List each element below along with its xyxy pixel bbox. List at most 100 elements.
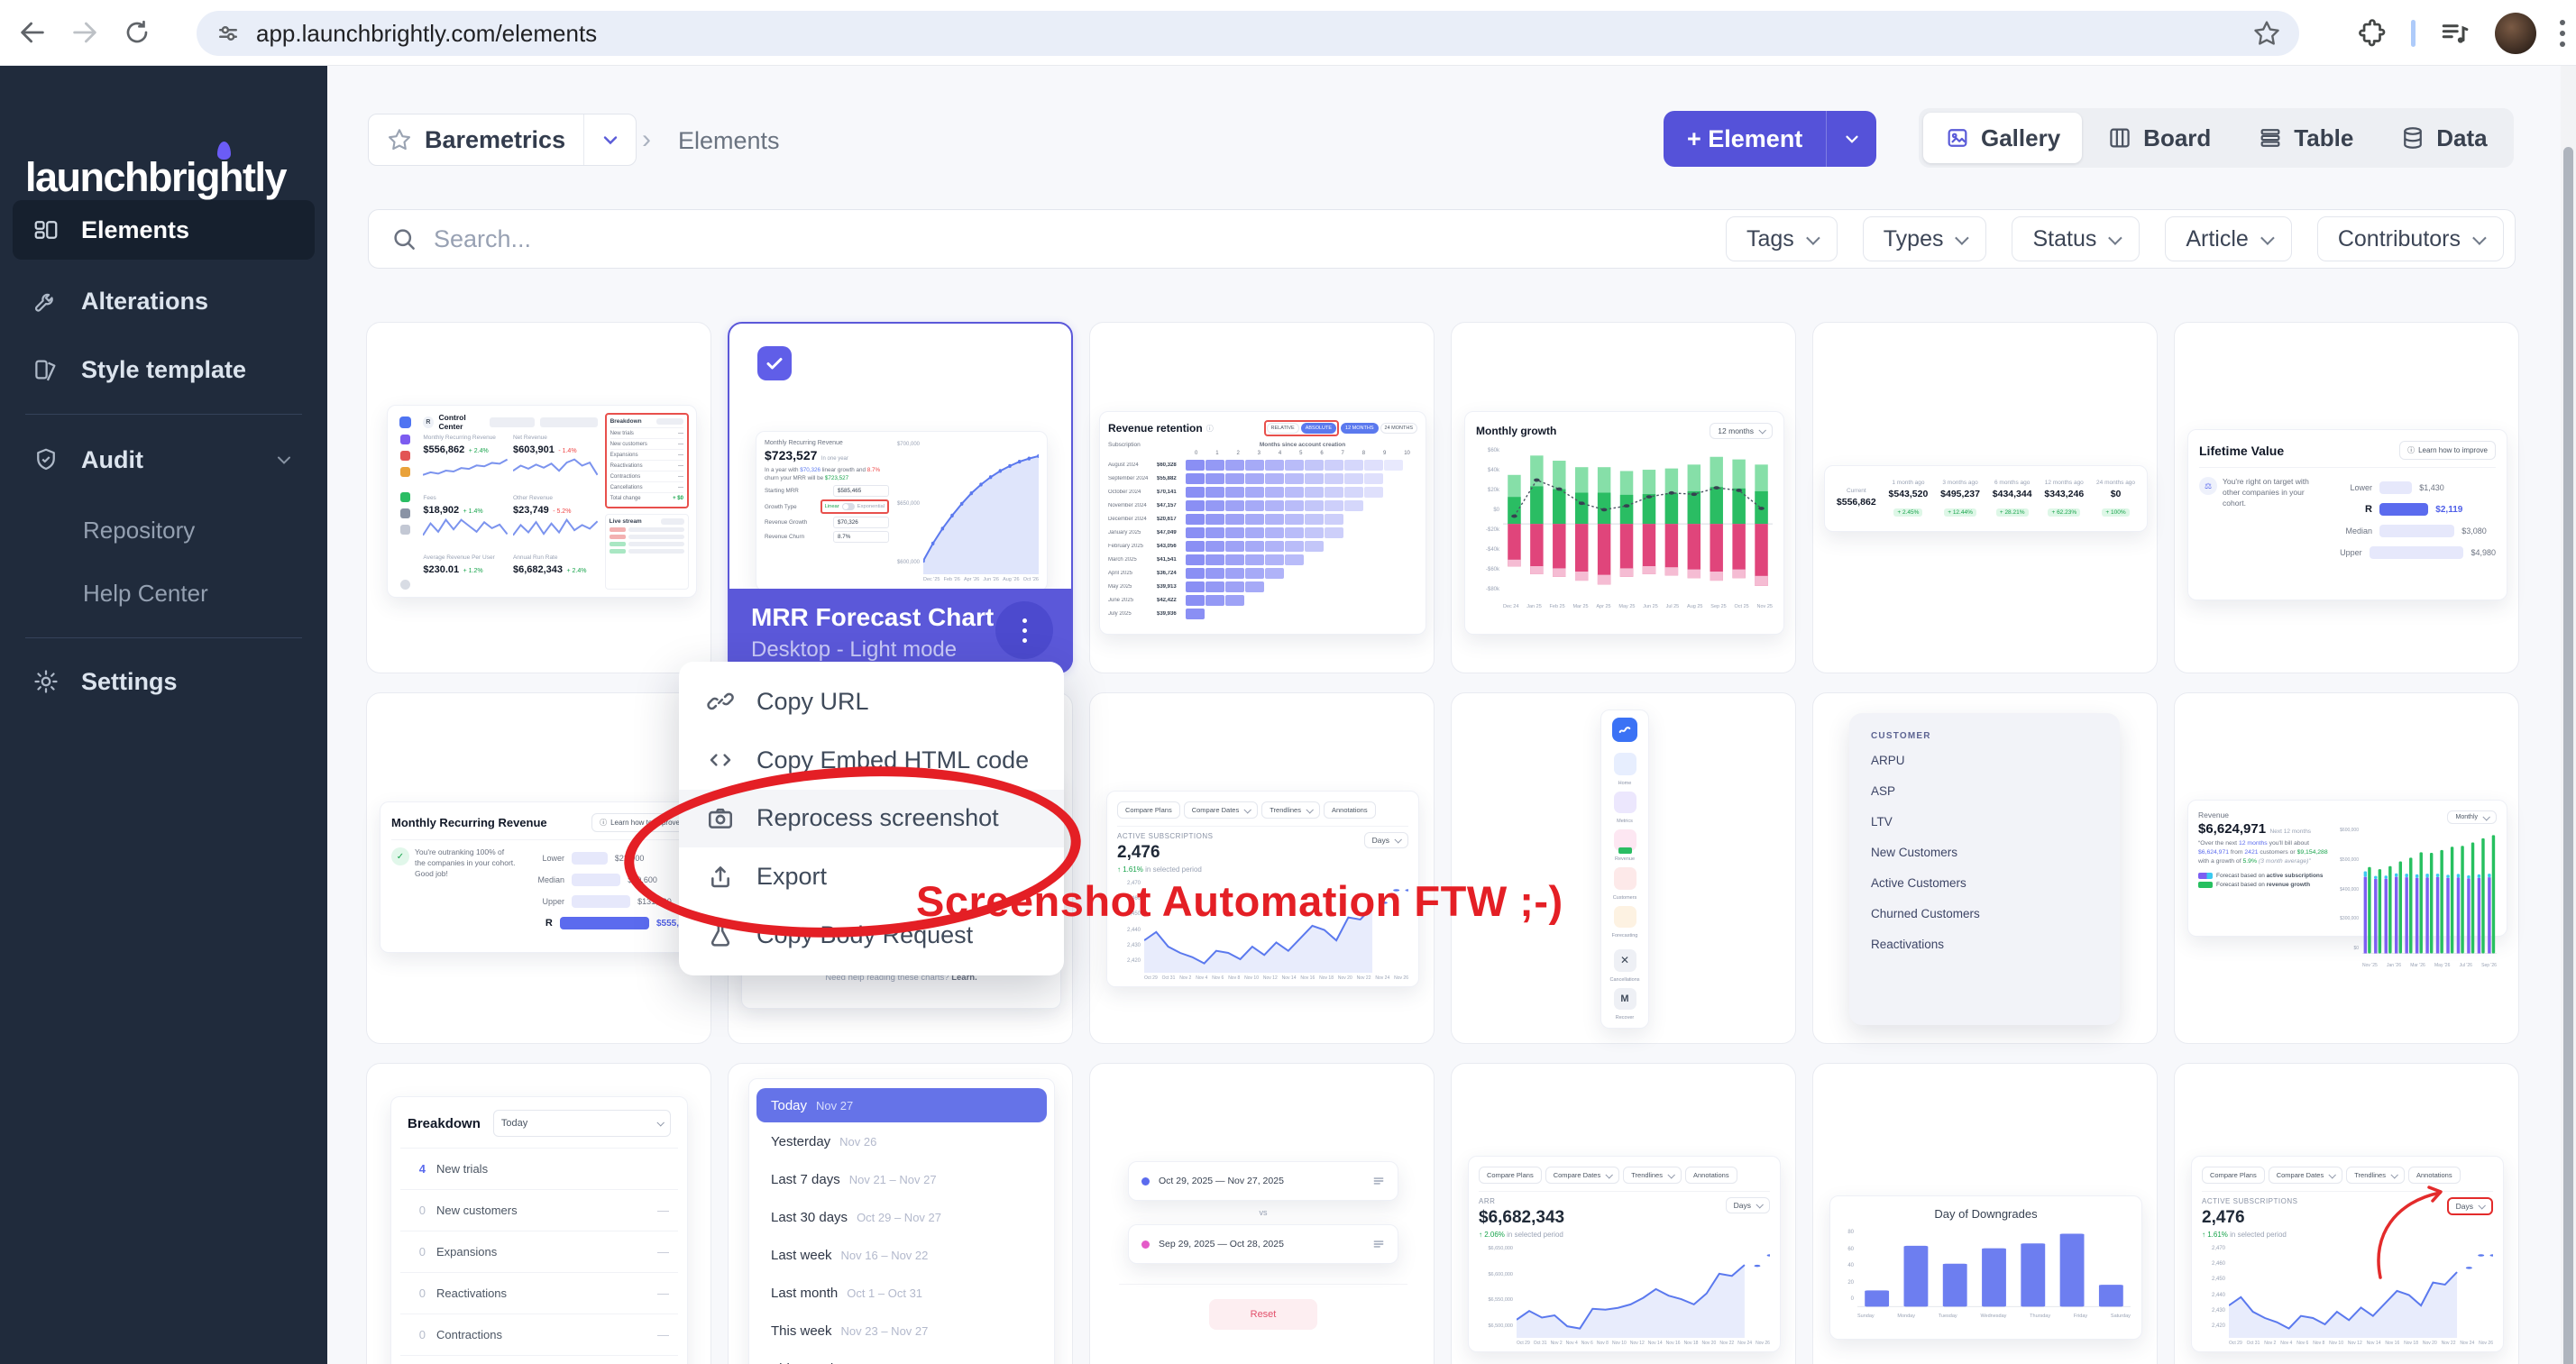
new-element-button[interactable]: + Element <box>1664 111 1876 167</box>
learn-how-button[interactable]: ⓘLearn how to improve <box>591 813 688 832</box>
bookmark-star-icon[interactable] <box>2252 19 2281 48</box>
sidebar-item-settings[interactable]: Settings <box>13 652 315 711</box>
element-card-monthly-growth[interactable]: Monthly growth 12 months $60k$40k$20k$0-… <box>1451 322 1796 673</box>
breakdown-row[interactable]: 0New customers— <box>400 1189 678 1231</box>
card-checkbox[interactable] <box>757 346 792 380</box>
retention-range[interactable]: 24 MONTHS <box>1380 423 1417 434</box>
monthly-select[interactable]: Monthly <box>2447 810 2497 824</box>
element-card-customer-menu[interactable]: CUSTOMER ARPUASPLTVNew CustomersActive C… <box>1812 692 2158 1044</box>
compare-plans-button[interactable]: Compare Plans <box>1117 801 1180 819</box>
date-option[interactable]: Last monthOct 1 – Oct 31 <box>756 1274 1047 1312</box>
filter-pill[interactable]: Article <box>2165 216 2291 261</box>
customer-menu-item[interactable]: Active Customers <box>1871 876 2098 890</box>
customer-menu-item[interactable]: Churned Customers <box>1871 907 2098 920</box>
sidebar-item-audit[interactable]: Audit <box>13 430 315 490</box>
compare-dates-button[interactable]: Compare Dates <box>1184 801 1259 819</box>
nav-tile-forecasting[interactable] <box>1614 906 1636 928</box>
workspace-switcher[interactable]: Baremetrics <box>368 114 637 166</box>
nav-tile-home[interactable] <box>1614 753 1636 774</box>
tab-gallery[interactable]: Gallery <box>1923 113 2082 163</box>
sidebar-item-alterations[interactable]: Alterations <box>13 271 315 331</box>
secondary-range-pill[interactable]: Sep 29, 2025 — Oct 28, 2025 <box>1128 1224 1398 1264</box>
browser-menu-icon[interactable] <box>2560 20 2565 47</box>
trendlines-button[interactable]: Trendlines <box>1261 801 1320 819</box>
tab-table[interactable]: Table <box>2236 113 2375 163</box>
element-card-mrr-benchmark[interactable]: Monthly Recurring Revenue ⓘLearn how to … <box>366 692 711 1044</box>
breakdown-row[interactable]: 0Contractions— <box>400 1314 678 1355</box>
new-element-dropdown[interactable] <box>1826 111 1876 167</box>
breakdown-row[interactable]: 4New trials <box>400 1148 678 1189</box>
sidebar-item-elements[interactable]: Elements <box>13 200 315 260</box>
element-card-breakdown[interactable]: Breakdown Today 4New trials 0New custome… <box>366 1063 711 1364</box>
filter-pill[interactable]: Tags <box>1726 216 1838 261</box>
days-select-annotated[interactable]: Days <box>2447 1197 2493 1215</box>
nav-tile-recover[interactable]: M <box>1614 988 1636 1010</box>
reset-button[interactable]: Reset <box>1209 1299 1317 1330</box>
customer-menu-item[interactable]: LTV <box>1871 815 2098 828</box>
element-card-mrr-history[interactable]: Current$556,862 1 month ago$543,520+ 2.4… <box>1812 322 2158 673</box>
date-option[interactable]: Last 30 daysOct 29 – Nov 27 <box>756 1198 1047 1236</box>
compare-dates-button[interactable]: Compare Dates <box>1545 1167 1620 1184</box>
nav-tile-metrics[interactable] <box>1614 792 1636 813</box>
menu-item-reprocess-screenshot[interactable]: Reprocess screenshot <box>679 790 1064 848</box>
card-more-button[interactable] <box>995 601 1053 659</box>
filter-pill[interactable]: Status <box>2012 216 2140 261</box>
trendlines-button[interactable]: Trendlines <box>1623 1167 1682 1184</box>
menu-item-copy-embed[interactable]: Copy Embed HTML code <box>679 731 1064 790</box>
filter-pill[interactable]: Contributors <box>2317 216 2504 261</box>
browser-profile-avatar[interactable] <box>2495 13 2536 54</box>
growth-range-select[interactable]: 12 months <box>1710 423 1773 439</box>
browser-back-button[interactable] <box>13 13 52 52</box>
browser-reload-button[interactable] <box>117 13 157 52</box>
date-option[interactable]: Last weekNov 16 – Nov 22 <box>756 1236 1047 1274</box>
workspace-dropdown[interactable] <box>583 114 636 165</box>
customer-menu-item[interactable]: Reactivations <box>1871 938 2098 951</box>
retention-range[interactable]: 12 MONTHS <box>1341 423 1378 434</box>
element-card-compare-dates[interactable]: Oct 29, 2025 — Nov 27, 2025 vs Sep 29, 2… <box>1089 1063 1435 1364</box>
extensions-icon[interactable] <box>2357 18 2388 49</box>
date-option[interactable]: Last 7 daysNov 21 – Nov 27 <box>756 1160 1047 1198</box>
element-card-nav-sidebar[interactable]: Home Metrics Revenue Customers Forecasti… <box>1451 692 1796 1044</box>
address-bar[interactable]: app.launchbrightly.com/elements <box>197 11 2299 56</box>
sidebar-item-help-center[interactable]: Help Center <box>83 580 208 608</box>
element-card-arr[interactable]: Compare Plans Compare Dates Trendlines A… <box>1451 1063 1796 1364</box>
compare-plans-button[interactable]: Compare Plans <box>1479 1167 1542 1184</box>
date-option-today[interactable]: TodayNov 27 <box>756 1088 1047 1122</box>
days-select[interactable]: Days <box>1726 1197 1770 1213</box>
sidebar-item-style-template[interactable]: Style template <box>13 340 315 399</box>
element-card-revenue-forecast[interactable]: Revenue $6,624,971 Next 12 months “Over … <box>2174 692 2519 1044</box>
customer-menu-item[interactable]: New Customers <box>1871 846 2098 859</box>
tab-data[interactable]: Data <box>2379 113 2508 163</box>
element-card-active-subscriptions[interactable]: Compare Plans Compare Dates Trendlines A… <box>1089 692 1435 1044</box>
filter-pill[interactable]: Types <box>1863 216 1987 261</box>
element-card-active-subscriptions-annotated[interactable]: Compare Plans Compare Dates Trendlines A… <box>2174 1063 2519 1364</box>
annotations-button[interactable]: Annotations <box>1685 1167 1737 1184</box>
retention-toggle[interactable]: ABSOLUTE <box>1301 423 1336 434</box>
annotations-button[interactable]: Annotations <box>1324 801 1376 819</box>
element-card-lifetime-value[interactable]: Lifetime Value ⓘLearn how to improve ⚖ Y… <box>2174 322 2519 673</box>
scrollbar-thumb[interactable] <box>2563 147 2573 1364</box>
primary-range-pill[interactable]: Oct 29, 2025 — Nov 27, 2025 <box>1128 1161 1398 1201</box>
learn-how-button[interactable]: ⓘLearn how to improve <box>2399 441 2496 460</box>
page-scrollbar[interactable] <box>2561 66 2576 1364</box>
retention-toggle[interactable]: RELATIVE <box>1267 423 1299 434</box>
date-option[interactable]: This weekNov 23 – Nov 27 <box>756 1312 1047 1350</box>
media-controls-icon[interactable] <box>2439 17 2471 50</box>
customer-menu-item[interactable]: ASP <box>1871 784 2098 798</box>
breakdown-row[interactable]: 0Cancellations— <box>400 1355 678 1364</box>
nav-tile-customers[interactable] <box>1614 867 1636 889</box>
breakdown-row[interactable]: 0Expansions— <box>400 1231 678 1272</box>
breakdown-period-select[interactable]: Today <box>493 1110 671 1137</box>
compare-dates-button[interactable]: Compare Dates <box>2269 1167 2343 1184</box>
sidebar-item-repository[interactable]: Repository <box>83 517 195 545</box>
element-card-date-picker[interactable]: TodayNov 27 YesterdayNov 26 Last 7 daysN… <box>728 1063 1073 1364</box>
date-option[interactable]: This monthNov 1 – Nov 27 <box>756 1350 1047 1364</box>
browser-forward-button[interactable] <box>65 13 105 52</box>
days-select[interactable]: Days <box>1364 832 1408 848</box>
menu-item-copy-url[interactable]: Copy URL <box>679 673 1064 731</box>
nav-tile-revenue[interactable] <box>1614 829 1636 851</box>
compare-plans-button[interactable]: Compare Plans <box>2202 1167 2265 1184</box>
element-card-mrr-forecast[interactable]: Monthly Recurring Revenue $723,527 In on… <box>728 322 1073 673</box>
customer-menu-item[interactable]: ARPU <box>1871 754 2098 767</box>
element-card-day-of-downgrades[interactable]: Day of Downgrades 806040200 SundayMonday… <box>1812 1063 2158 1364</box>
